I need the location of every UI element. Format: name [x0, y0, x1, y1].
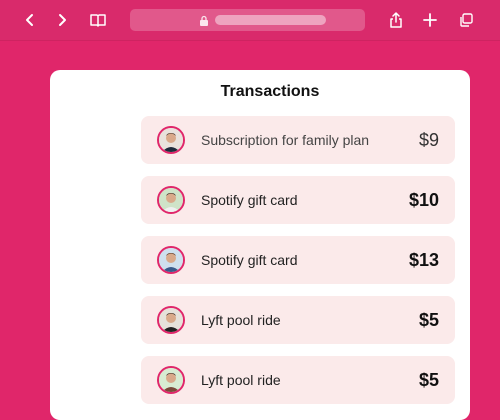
- transaction-amount: $10: [408, 190, 439, 210]
- book-icon[interactable]: [88, 10, 108, 30]
- transaction-row[interactable]: Lyft pool ride $5: [141, 356, 455, 404]
- avatar: [157, 246, 185, 274]
- avatar: [157, 306, 185, 334]
- transaction-label: Lyft pool ride: [201, 312, 281, 328]
- chevron-left-icon[interactable]: [20, 10, 40, 30]
- transaction-row[interactable]: Subscription for family plan $9: [141, 116, 455, 164]
- tabs-icon[interactable]: [456, 10, 476, 30]
- browser-toolbar: [0, 0, 500, 40]
- transaction-label: Subscription for family plan: [201, 132, 370, 148]
- page-title: Transactions: [220, 83, 320, 100]
- transaction-label: Spotify gift card: [201, 252, 298, 268]
- transaction-row[interactable]: Spotify gift card $13: [141, 236, 455, 284]
- avatar: [157, 186, 185, 214]
- transaction-amount: $9: [418, 130, 439, 150]
- share-icon[interactable]: [386, 10, 406, 30]
- plus-icon[interactable]: [420, 10, 440, 30]
- avatar: [157, 126, 185, 154]
- address-bar[interactable]: [130, 9, 365, 31]
- address-url-placeholder: [215, 15, 326, 25]
- transaction-amount: $5: [418, 310, 439, 330]
- transaction-label: Spotify gift card: [201, 192, 298, 208]
- transaction-amount: $13: [408, 250, 439, 270]
- transaction-row[interactable]: Spotify gift card $10: [141, 176, 455, 224]
- transaction-row[interactable]: Lyft pool ride $5: [141, 296, 455, 344]
- avatar: [157, 366, 185, 394]
- transaction-amount: $5: [418, 370, 439, 390]
- transaction-label: Lyft pool ride: [201, 372, 281, 388]
- lock-icon: [198, 14, 210, 26]
- chevron-right-icon[interactable]: [52, 10, 72, 30]
